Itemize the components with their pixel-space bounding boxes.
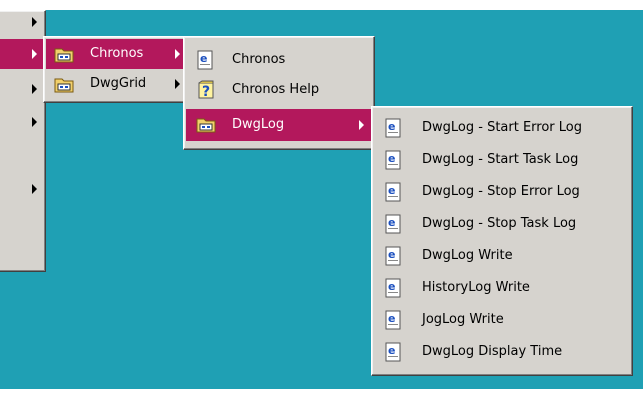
program-icon: e: [384, 214, 404, 234]
menu-item-label: DwgLog - Start Error Log: [422, 120, 582, 135]
program-icon: e: [384, 182, 404, 202]
menu-item-dwggrid[interactable]: DwgGrid: [46, 69, 186, 99]
programs-menu-item[interactable]: [0, 174, 43, 204]
menu-item-chronos-app[interactable]: e Chronos: [186, 45, 372, 75]
menu-item-label: Chronos Help: [232, 82, 320, 97]
submenu-arrow-icon: [32, 49, 37, 59]
svg-text:?: ?: [202, 84, 210, 100]
programs-menu: [0, 10, 46, 272]
program-icon: e: [384, 246, 404, 266]
svg-text:e: e: [388, 248, 395, 261]
svg-text:e: e: [388, 280, 395, 293]
program-icon: e: [384, 342, 404, 362]
submenu-arrow-icon: [32, 17, 37, 27]
menu-item-joglog-write[interactable]: e JogLog Write: [374, 305, 630, 335]
menu-item-label: DwgGrid: [90, 76, 147, 91]
program-icon: e: [384, 310, 404, 330]
dwglog-submenu: e DwgLog - Start Error Log e DwgLog - St…: [371, 106, 633, 376]
program-group-folder-icon: [54, 44, 74, 64]
submenu-arrow-icon: [32, 184, 37, 194]
submenu-arrow-icon: [175, 79, 180, 89]
svg-text:e: e: [388, 120, 395, 133]
program-icon: e: [384, 150, 404, 170]
menu-item-label: DwgLog Write: [422, 248, 513, 263]
program-icon: e: [384, 278, 404, 298]
svg-text:e: e: [388, 152, 395, 165]
menu-item-label: DwgLog - Start Task Log: [422, 152, 579, 167]
menu-item-label: DwgLog Display Time: [422, 344, 563, 359]
menu-item-label: Chronos: [90, 46, 144, 61]
menu-item-start-task-log[interactable]: e DwgLog - Start Task Log: [374, 145, 630, 175]
help-file-icon: ?: [196, 80, 216, 100]
program-group-folder-icon: [54, 74, 74, 94]
menu-item-label: DwgLog: [232, 117, 285, 132]
menu-item-chronos-help[interactable]: ? Chronos Help: [186, 75, 372, 105]
menu-item-dwglog-write[interactable]: e DwgLog Write: [374, 241, 630, 271]
menu-item-dwglog[interactable]: DwgLog: [186, 109, 372, 141]
svg-text:e: e: [388, 184, 395, 197]
menu-item-label: DwgLog - Stop Error Log: [422, 184, 580, 199]
menu-item-start-error-log[interactable]: e DwgLog - Start Error Log: [374, 113, 630, 143]
menu-item-stop-error-log[interactable]: e DwgLog - Stop Error Log: [374, 177, 630, 207]
program-icon: e: [196, 50, 216, 70]
menu-item-label: HistoryLog Write: [422, 280, 530, 295]
chronos-submenu: e Chronos ? Chronos Help DwgLog: [183, 36, 375, 150]
program-group-folder-icon: [196, 114, 216, 134]
submenu-arrow-icon: [359, 120, 364, 130]
menu-item-historylog-write[interactable]: e HistoryLog Write: [374, 273, 630, 303]
menu-item-label: DwgLog - Stop Task Log: [422, 216, 577, 231]
menu-item-chronos[interactable]: Chronos: [46, 39, 186, 69]
programs-menu-item[interactable]: [0, 107, 43, 137]
svg-text:e: e: [388, 344, 395, 357]
menu-item-label: JogLog Write: [422, 312, 504, 327]
svg-text:e: e: [200, 52, 207, 65]
program-icon: e: [384, 118, 404, 138]
menu-item-dwglog-display-time[interactable]: e DwgLog Display Time: [374, 337, 630, 367]
menu-item-stop-task-log[interactable]: e DwgLog - Stop Task Log: [374, 209, 630, 239]
submenu-arrow-icon: [32, 117, 37, 127]
programs-menu-item[interactable]: [0, 74, 43, 104]
programs-menu-item-selected[interactable]: [0, 39, 43, 69]
menu-item-label: Chronos: [232, 52, 286, 67]
submenu-arrow-icon: [32, 84, 37, 94]
programs-menu-item[interactable]: [0, 11, 43, 37]
program-group-menu: Chronos DwgGrid: [43, 36, 189, 103]
svg-text:e: e: [388, 312, 395, 325]
svg-text:e: e: [388, 216, 395, 229]
submenu-arrow-icon: [175, 49, 180, 59]
